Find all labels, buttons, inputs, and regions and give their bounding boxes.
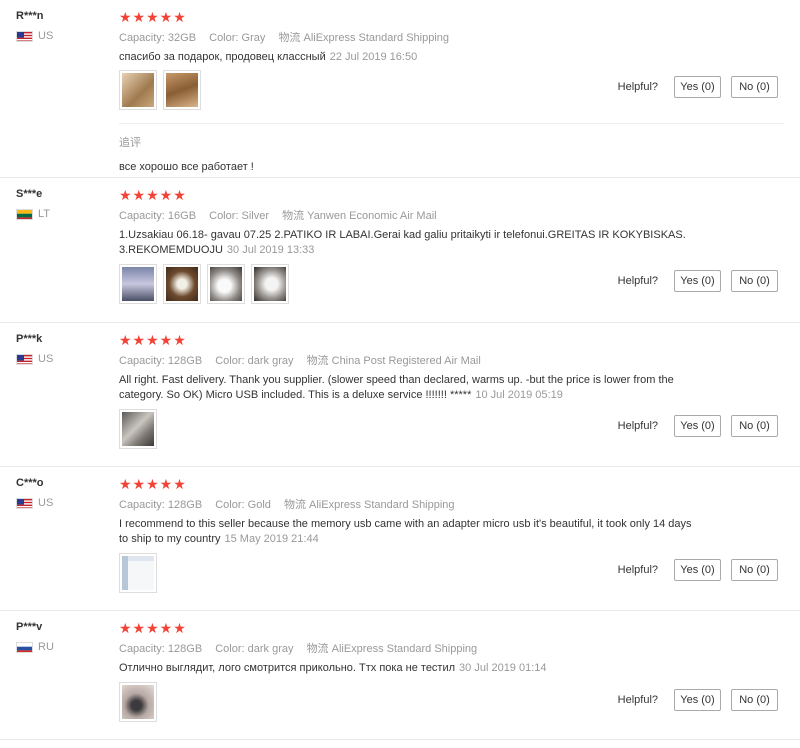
review-photo[interactable] bbox=[119, 264, 157, 304]
additional-review: 追评 все хорошо все работает ! bbox=[119, 123, 784, 173]
product-attributes: Capacity: 128GB Color: dark gray 物流 Chin… bbox=[119, 355, 481, 367]
helpful-label: Helpful? bbox=[617, 694, 658, 706]
product-attributes: Capacity: 128GB Color: Gold 物流 AliExpres… bbox=[119, 499, 455, 511]
helpful-no-button[interactable]: No (0) bbox=[731, 270, 778, 292]
reviewer-name: S***e bbox=[16, 188, 43, 200]
helpful-no-button[interactable]: No (0) bbox=[731, 559, 778, 581]
reviewer-country: US bbox=[16, 353, 53, 365]
review-date: 10 Jul 2019 05:19 bbox=[475, 389, 563, 401]
country-code: US bbox=[38, 497, 54, 509]
review-item: R***n US ★★★★★ Capacity: 32GB Color: Gra… bbox=[0, 0, 800, 178]
review-photo[interactable] bbox=[207, 264, 245, 304]
star-rating: ★★★★★ bbox=[119, 187, 187, 203]
product-attributes: Capacity: 16GB Color: Silver 物流 Yanwen E… bbox=[119, 210, 437, 222]
helpful-yes-button[interactable]: Yes (0) bbox=[674, 689, 721, 711]
helpful-yes-button[interactable]: Yes (0) bbox=[674, 559, 721, 581]
product-attributes: Capacity: 32GB Color: Gray 物流 AliExpress… bbox=[119, 32, 450, 44]
review-item: P***k US ★★★★★ Capacity: 128GB Color: da… bbox=[0, 323, 800, 467]
review-text: спасибо за подарок, продовец классный 22 … bbox=[119, 51, 418, 63]
review-photo[interactable] bbox=[251, 264, 289, 304]
helpful-label: Helpful? bbox=[617, 420, 658, 432]
review-photos bbox=[119, 682, 157, 722]
helpful-yes-button[interactable]: Yes (0) bbox=[674, 76, 721, 98]
helpful-label: Helpful? bbox=[617, 564, 658, 576]
review-photo[interactable] bbox=[119, 553, 157, 593]
helpful-controls: Helpful? Yes (0) No (0) bbox=[618, 559, 778, 581]
review-photos bbox=[119, 409, 157, 449]
us-flag-icon bbox=[16, 30, 33, 42]
review-photo[interactable] bbox=[119, 409, 157, 449]
reviewer-name: P***v bbox=[16, 621, 43, 633]
review-text: I recommend to this seller because the m… bbox=[119, 518, 692, 545]
helpful-no-button[interactable]: No (0) bbox=[731, 689, 778, 711]
us-flag-icon bbox=[16, 497, 33, 509]
country-code: RU bbox=[38, 641, 54, 653]
ru-flag-icon bbox=[16, 641, 33, 653]
product-attributes: Capacity: 128GB Color: dark gray 物流 AliE… bbox=[119, 643, 478, 655]
review-date: 15 May 2019 21:44 bbox=[224, 533, 319, 545]
reviewer-info: R***n US bbox=[16, 10, 53, 42]
review-photos bbox=[119, 264, 289, 304]
star-rating: ★★★★★ bbox=[119, 332, 187, 348]
review-text: Отлично выглядит, лого смотрится приколь… bbox=[119, 662, 547, 674]
helpful-no-button[interactable]: No (0) bbox=[731, 415, 778, 437]
review-photo[interactable] bbox=[163, 70, 201, 110]
reviewer-country: US bbox=[16, 30, 53, 42]
additional-review-label: 追评 bbox=[119, 137, 141, 149]
star-rating: ★★★★★ bbox=[119, 476, 187, 492]
review-item: P***v RU ★★★★★ Capacity: 128GB Color: da… bbox=[0, 611, 800, 740]
reviewer-name: R***n bbox=[16, 10, 44, 22]
review-date: 22 Jul 2019 16:50 bbox=[329, 51, 418, 63]
review-item: C***o US ★★★★★ Capacity: 128GB Color: Go… bbox=[0, 467, 800, 611]
helpful-controls: Helpful? Yes (0) No (0) bbox=[618, 76, 778, 98]
helpful-yes-button[interactable]: Yes (0) bbox=[674, 415, 721, 437]
country-code: US bbox=[38, 30, 54, 42]
helpful-no-button[interactable]: No (0) bbox=[731, 76, 778, 98]
us-flag-icon bbox=[16, 353, 33, 365]
star-rating: ★★★★★ bbox=[119, 9, 187, 25]
reviewer-info: P***k US bbox=[16, 333, 53, 365]
review-photos bbox=[119, 70, 201, 110]
helpful-controls: Helpful? Yes (0) No (0) bbox=[618, 415, 778, 437]
helpful-yes-button[interactable]: Yes (0) bbox=[674, 270, 721, 292]
lt-flag-icon bbox=[16, 208, 33, 220]
reviewer-info: C***o US bbox=[16, 477, 53, 509]
review-date: 30 Jul 2019 13:33 bbox=[226, 244, 315, 256]
country-code: US bbox=[38, 353, 54, 365]
helpful-controls: Helpful? Yes (0) No (0) bbox=[618, 270, 778, 292]
review-text: 1.Uzsakiau 06.18- gavau 07.25 2.PATIKO I… bbox=[119, 229, 686, 256]
helpful-label: Helpful? bbox=[617, 81, 658, 93]
review-photos bbox=[119, 553, 157, 593]
review-date: 30 Jul 2019 01:14 bbox=[459, 662, 547, 674]
reviewer-country: US bbox=[16, 497, 53, 509]
additional-review-text: все хорошо все работает ! bbox=[119, 161, 254, 173]
review-photo[interactable] bbox=[119, 70, 157, 110]
reviewer-info: S***e LT bbox=[16, 188, 50, 220]
helpful-controls: Helpful? Yes (0) No (0) bbox=[618, 689, 778, 711]
helpful-label: Helpful? bbox=[617, 275, 658, 287]
reviewer-info: P***v RU bbox=[16, 621, 54, 653]
star-rating: ★★★★★ bbox=[119, 620, 187, 636]
country-code: LT bbox=[38, 208, 51, 220]
review-photo[interactable] bbox=[163, 264, 201, 304]
reviewer-country: RU bbox=[16, 641, 54, 653]
review-item: S***e LT ★★★★★ Capacity: 16GB Color: Sil… bbox=[0, 178, 800, 323]
reviewer-name: C***o bbox=[16, 477, 44, 489]
review-text: All right. Fast delivery. Thank you supp… bbox=[119, 374, 674, 401]
reviewer-name: P***k bbox=[16, 333, 43, 345]
reviewer-country: LT bbox=[16, 208, 50, 220]
review-photo[interactable] bbox=[119, 682, 157, 722]
